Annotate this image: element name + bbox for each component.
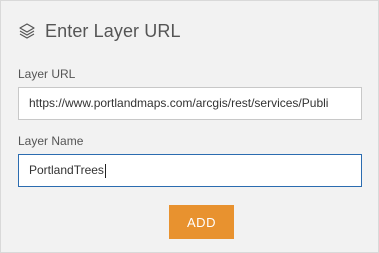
layer-name-input[interactable]: PortlandTrees xyxy=(18,154,362,187)
layer-url-label: Layer URL xyxy=(18,67,76,81)
layer-name-label: Layer Name xyxy=(18,134,84,148)
add-button[interactable]: ADD xyxy=(169,205,234,239)
panel-header: Enter Layer URL xyxy=(18,18,181,44)
layers-icon xyxy=(18,22,36,40)
text-caret xyxy=(104,163,106,178)
panel-title: Enter Layer URL xyxy=(45,20,181,41)
layer-name-value: PortlandTrees xyxy=(29,163,104,177)
layer-url-input[interactable]: https://www.portlandmaps.com/arcgis/rest… xyxy=(18,87,362,120)
enter-layer-url-panel: Enter Layer URL Layer URL https://www.po… xyxy=(0,0,379,253)
